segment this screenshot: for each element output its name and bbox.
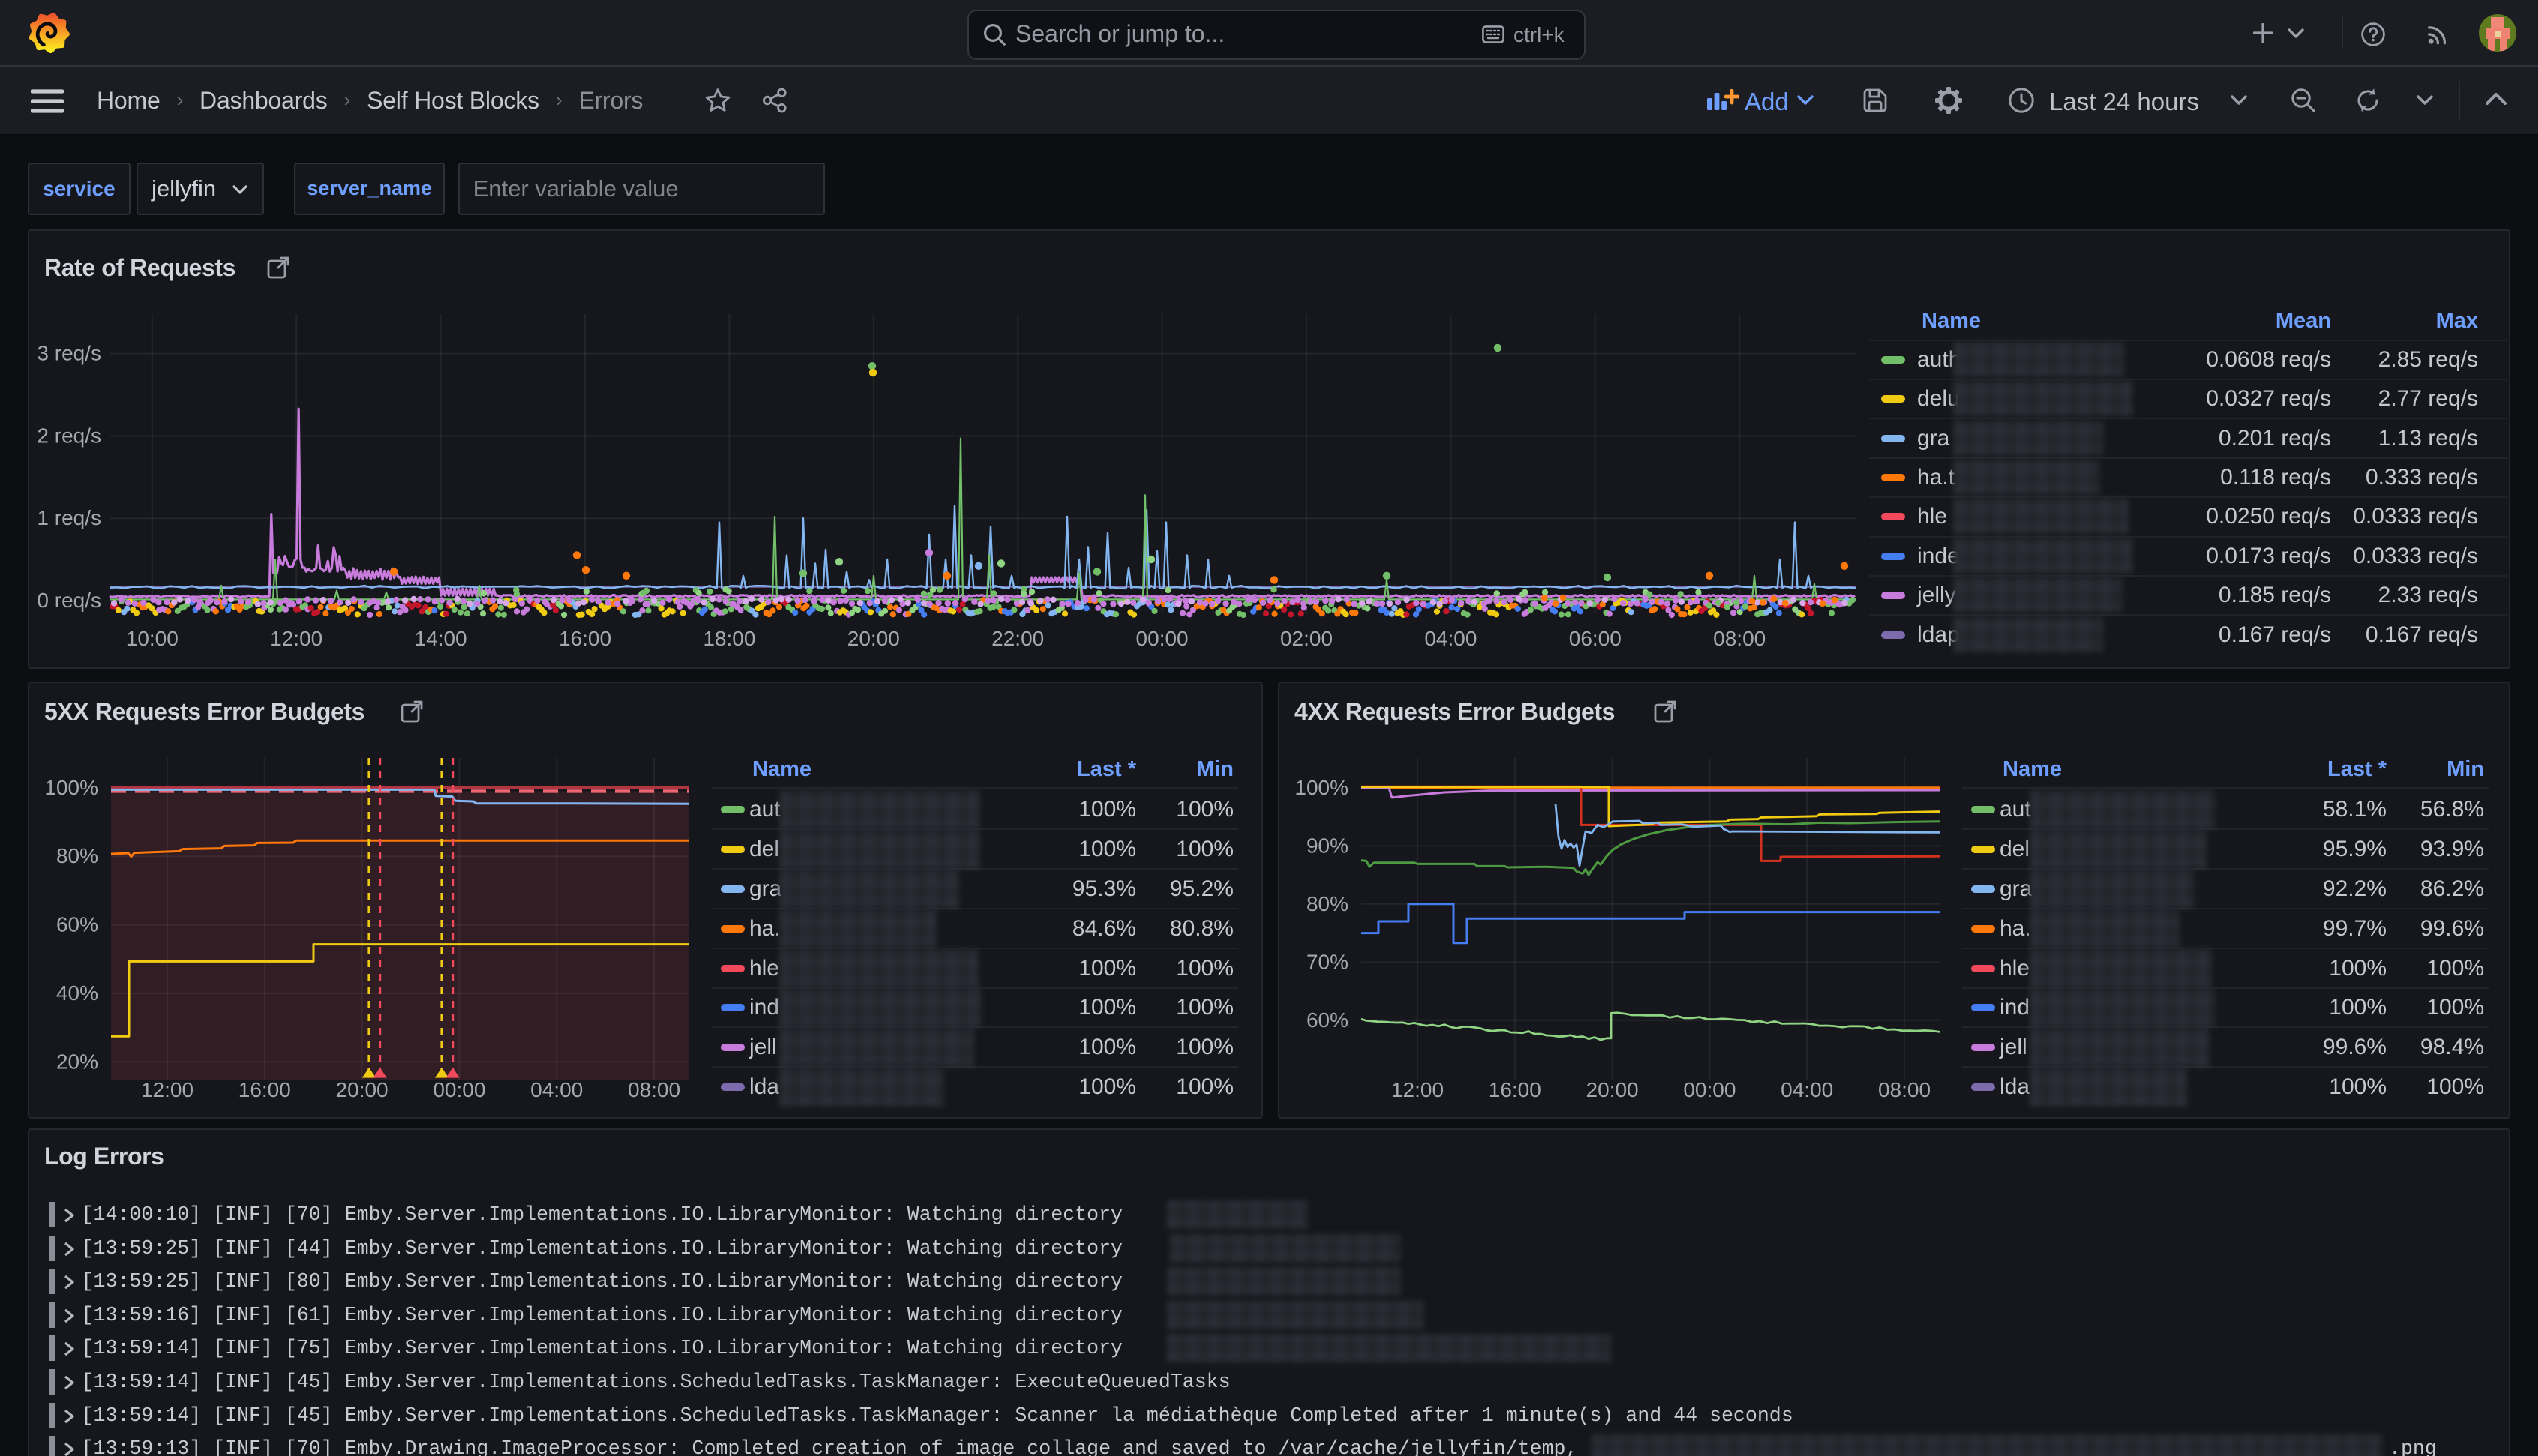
- svg-text:08:00: 08:00: [628, 1078, 680, 1101]
- svg-text:00:00: 00:00: [1683, 1078, 1736, 1101]
- svg-text:60%: 60%: [1306, 1008, 1348, 1032]
- svg-text:06:00: 06:00: [1569, 627, 1622, 650]
- svg-text:2 req/s: 2 req/s: [37, 424, 101, 447]
- svg-text:04:00: 04:00: [1780, 1078, 1833, 1101]
- svg-text:12:00: 12:00: [1391, 1078, 1444, 1101]
- svg-text:08:00: 08:00: [1878, 1078, 1930, 1101]
- svg-text:14:00: 14:00: [415, 627, 467, 650]
- svg-text:80%: 80%: [56, 844, 98, 867]
- svg-text:20:00: 20:00: [336, 1078, 388, 1101]
- svg-text:18:00: 18:00: [703, 627, 755, 650]
- svg-text:02:00: 02:00: [1280, 627, 1333, 650]
- svg-text:16:00: 16:00: [1489, 1078, 1541, 1101]
- svg-text:20%: 20%: [56, 1050, 98, 1073]
- svg-text:90%: 90%: [1306, 834, 1348, 857]
- svg-text:100%: 100%: [44, 776, 98, 799]
- svg-text:80%: 80%: [1306, 892, 1348, 915]
- svg-text:10:00: 10:00: [126, 627, 178, 650]
- svg-text:16:00: 16:00: [559, 627, 611, 650]
- svg-text:3 req/s: 3 req/s: [37, 342, 101, 365]
- svg-text:04:00: 04:00: [530, 1078, 583, 1101]
- svg-text:04:00: 04:00: [1424, 627, 1477, 650]
- svg-text:60%: 60%: [56, 913, 98, 936]
- svg-text:20:00: 20:00: [848, 627, 900, 650]
- svg-text:00:00: 00:00: [433, 1078, 485, 1101]
- svg-text:20:00: 20:00: [1586, 1078, 1639, 1101]
- svg-text:100%: 100%: [1294, 776, 1348, 799]
- svg-text:12:00: 12:00: [141, 1078, 194, 1101]
- svg-text:12:00: 12:00: [270, 627, 322, 650]
- svg-text:16:00: 16:00: [238, 1078, 291, 1101]
- svg-text:08:00: 08:00: [1713, 627, 1766, 650]
- svg-text:00:00: 00:00: [1136, 627, 1189, 650]
- svg-text:1 req/s: 1 req/s: [37, 506, 101, 529]
- svg-text:70%: 70%: [1306, 950, 1348, 973]
- svg-text:0 req/s: 0 req/s: [37, 589, 101, 612]
- svg-text:22:00: 22:00: [992, 627, 1044, 650]
- svg-text:40%: 40%: [56, 981, 98, 1005]
